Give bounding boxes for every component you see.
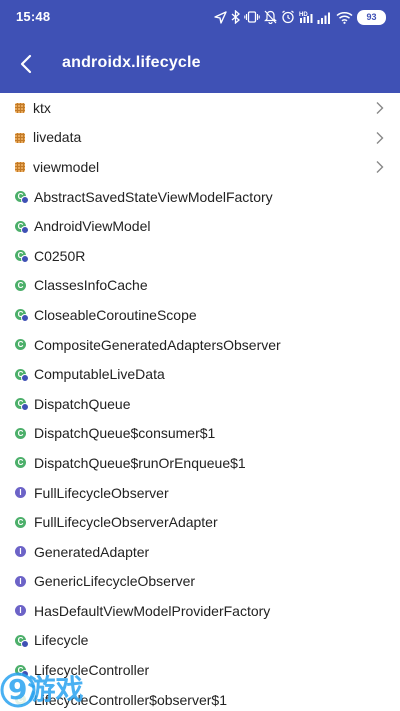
abstract-class-icon: C <box>15 398 29 412</box>
bluetooth-icon <box>231 10 240 24</box>
row-label: FullLifecycleObserver <box>34 484 169 501</box>
class-icon: C <box>15 279 26 291</box>
row-label: C0250R <box>34 247 86 264</box>
class-list: ktx livedata viewmodel C AbstractSavedStateV… <box>0 93 400 711</box>
chevron-right-icon <box>376 102 384 114</box>
class-row[interactable]: C AndroidViewModel <box>0 211 400 241</box>
package-icon <box>15 103 25 114</box>
signal-icon <box>317 12 330 24</box>
row-label: AbstractSavedStateViewModelFactory <box>34 188 273 205</box>
row-label: CompositeGeneratedAdaptersObserver <box>34 336 281 353</box>
vibrate-icon <box>244 11 260 23</box>
row-label: viewmodel <box>33 158 100 175</box>
app-bar: androidx.lifecycle <box>0 34 400 93</box>
class-row[interactable]: C CloseableCoroutineScope <box>0 300 400 330</box>
row-label: LifecycleController <box>34 662 150 679</box>
chevron-right-icon <box>376 161 384 174</box>
alarm-icon <box>282 10 294 24</box>
battery-icon: 93 <box>357 9 386 25</box>
top-bar: 15:48 HD 93 androidx.lifecycle <box>0 0 400 93</box>
row-label: FullLifecycleObserverAdapter <box>34 514 218 531</box>
class-row[interactable]: I GenericLifecycleObserver <box>0 567 400 597</box>
row-label: CloseableCoroutineScope <box>34 306 197 323</box>
row-label: DispatchQueue <box>34 395 131 412</box>
class-row[interactable]: C DispatchQueue <box>0 389 400 419</box>
class-icon: C <box>15 339 26 351</box>
interface-icon: I <box>15 546 26 558</box>
package-icon <box>15 162 25 173</box>
class-row[interactable]: C LifecycleController$observer$1 <box>0 685 400 711</box>
row-label: AndroidViewModel <box>34 218 151 235</box>
package-row[interactable]: viewmodel <box>0 152 400 182</box>
back-arrow-icon <box>20 54 32 74</box>
abstract-class-icon: C <box>15 634 29 648</box>
row-label: ClassesInfoCache <box>34 277 148 294</box>
class-row[interactable]: C Lifecycle <box>0 626 400 656</box>
class-row[interactable]: C DispatchQueue$runOrEnqueue$1 <box>0 448 400 478</box>
class-row[interactable]: C FullLifecycleObserverAdapter <box>0 507 400 537</box>
page-title: androidx.lifecycle <box>62 54 201 71</box>
class-row[interactable]: C DispatchQueue$consumer$1 <box>0 419 400 449</box>
class-row[interactable]: C ClassesInfoCache <box>0 271 400 301</box>
interface-icon: I <box>15 575 26 587</box>
back-button[interactable] <box>8 48 44 80</box>
package-row[interactable]: ktx <box>0 93 400 123</box>
class-row[interactable]: I GeneratedAdapter <box>0 537 400 567</box>
row-label: GenericLifecycleObserver <box>34 573 196 590</box>
class-row[interactable]: C AbstractSavedStateViewModelFactory <box>0 182 400 212</box>
row-label: ktx <box>33 99 51 116</box>
status-bar: 15:48 HD 93 <box>0 0 400 34</box>
abstract-class-icon: C <box>15 220 29 234</box>
abstract-class-icon: C <box>15 250 29 264</box>
class-icon: C <box>15 516 26 528</box>
status-icons: HD 93 <box>214 7 386 27</box>
wifi-icon <box>336 11 353 24</box>
chevron-right-icon <box>376 131 384 144</box>
class-icon: C <box>15 427 26 439</box>
abstract-class-icon: C <box>15 664 29 678</box>
abstract-class-icon: C <box>15 309 29 323</box>
row-label: GeneratedAdapter <box>34 543 150 560</box>
class-icon: C <box>15 694 26 706</box>
abstract-class-icon: C <box>15 368 29 382</box>
location-icon <box>214 10 227 24</box>
row-label: DispatchQueue$runOrEnqueue$1 <box>34 454 246 471</box>
class-row[interactable]: C LifecycleController <box>0 655 400 685</box>
class-row[interactable]: C ComputableLiveData <box>0 359 400 389</box>
abstract-class-icon: C <box>15 191 29 205</box>
class-row[interactable]: I HasDefaultViewModelProviderFactory <box>0 596 400 626</box>
row-label: LifecycleController$observer$1 <box>34 691 227 708</box>
interface-icon: I <box>15 487 26 499</box>
interface-icon: I <box>15 605 26 617</box>
package-icon <box>15 132 25 143</box>
row-label: livedata <box>33 129 82 146</box>
class-row[interactable]: C CompositeGeneratedAdaptersObserver <box>0 330 400 360</box>
dnd-icon <box>264 10 277 24</box>
package-row[interactable]: livedata <box>0 123 400 153</box>
hd-icon: HD <box>299 12 313 23</box>
class-row[interactable]: I FullLifecycleObserver <box>0 478 400 508</box>
row-label: DispatchQueue$consumer$1 <box>34 425 216 442</box>
status-time: 15:48 <box>16 9 51 24</box>
class-icon: C <box>15 457 26 469</box>
row-label: ComputableLiveData <box>34 366 165 383</box>
class-row[interactable]: C C0250R <box>0 241 400 271</box>
row-label: HasDefaultViewModelProviderFactory <box>34 602 271 619</box>
row-label: Lifecycle <box>34 632 89 649</box>
